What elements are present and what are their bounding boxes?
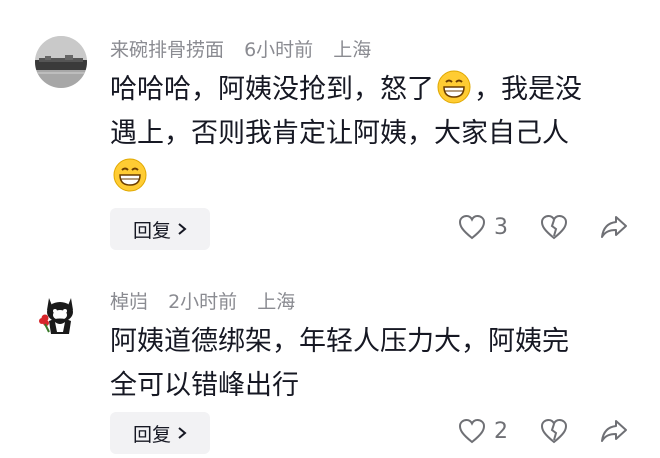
comment-actions: 3 <box>426 214 628 240</box>
comment-text-part: 阿姨道德绑架，年轻人压力大，阿姨完 <box>110 326 569 357</box>
share-button[interactable] <box>600 418 628 444</box>
dislike-button[interactable] <box>540 418 568 444</box>
like-count: 3 <box>494 214 508 240</box>
broken-heart-icon <box>540 214 568 240</box>
comment-text-part: ，我是没 <box>474 74 582 105</box>
comment-location: 上海 <box>333 39 372 61</box>
username[interactable]: 棹岿 <box>110 291 148 313</box>
grinning-face-emoji-icon <box>113 158 147 192</box>
reply-button[interactable]: 回复 <box>110 208 210 250</box>
grinning-face-emoji-icon <box>437 70 471 104</box>
comment-text-part: 全可以错峰出行 <box>110 370 299 401</box>
like-button[interactable]: 3 <box>458 214 508 240</box>
comment-time: 6小时前 <box>244 39 314 61</box>
avatar[interactable] <box>35 36 87 88</box>
comment-text-part: 哈哈哈，阿姨没抢到，怒了 <box>110 74 434 105</box>
heart-icon <box>458 418 486 444</box>
night-lake-avatar-icon <box>35 36 87 88</box>
comment-text: 哈哈哈，阿姨没抢到，怒了 ，我是没 遇上，否则我肯定让阿姨，大家自己人 <box>110 68 630 200</box>
chevron-right-icon <box>178 427 187 439</box>
comment-actions: 2 <box>426 418 628 444</box>
heart-icon <box>458 214 486 240</box>
comment-location: 上海 <box>257 291 296 313</box>
share-arrow-icon <box>601 216 627 238</box>
chevron-right-icon <box>178 223 187 235</box>
username[interactable]: 来碗排骨捞面 <box>110 39 224 61</box>
reply-label: 回复 <box>132 423 171 446</box>
comment-meta: 来碗排骨捞面 6小时前 上海 <box>110 38 385 62</box>
comment-meta: 棹岿 2小时前 上海 <box>110 290 309 314</box>
comment-time: 2小时前 <box>168 291 238 313</box>
share-button[interactable] <box>600 214 628 240</box>
like-count: 2 <box>494 418 508 444</box>
broken-heart-icon <box>540 418 568 444</box>
comment-text-part: 遇上，否则我肯定让阿姨，大家自己人 <box>110 118 569 149</box>
comment-text: 阿姨道德绑架，年轻人压力大，阿姨完 全可以错峰出行 <box>110 320 630 408</box>
reply-label: 回复 <box>132 219 171 242</box>
avatar[interactable] <box>35 288 87 340</box>
dislike-button[interactable] <box>540 214 568 240</box>
reply-button[interactable]: 回复 <box>110 412 210 454</box>
like-button[interactable]: 2 <box>458 418 508 444</box>
cartoon-cat-avatar-icon <box>35 288 87 340</box>
share-arrow-icon <box>601 420 627 442</box>
